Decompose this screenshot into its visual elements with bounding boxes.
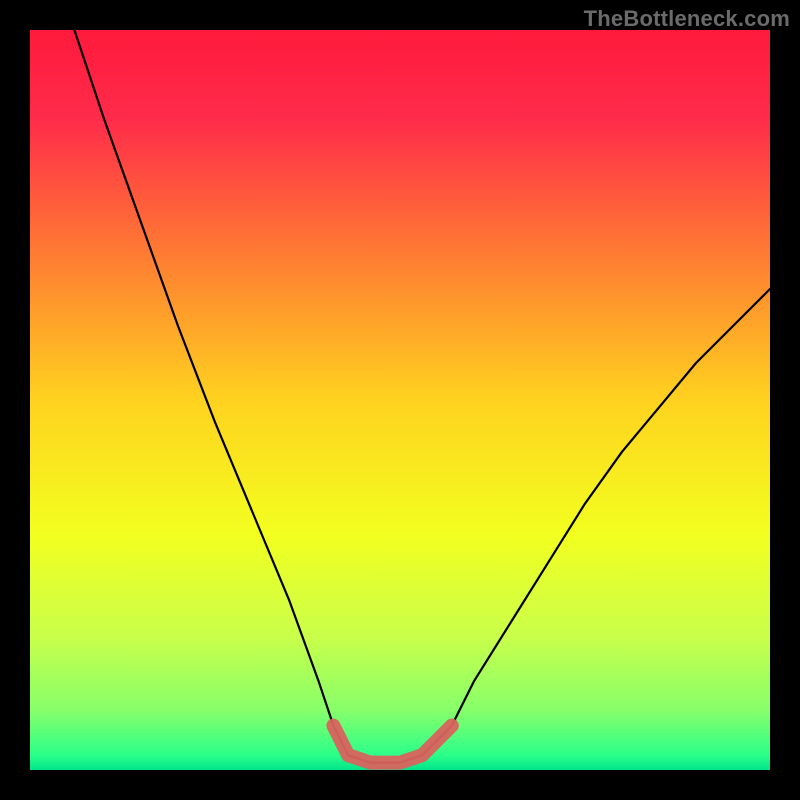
- bottleneck-chart: [30, 30, 770, 770]
- chart-frame: TheBottleneck.com: [0, 0, 800, 800]
- gradient-background: [30, 30, 770, 770]
- plot-area: [30, 30, 770, 770]
- watermark-label: TheBottleneck.com: [584, 6, 790, 32]
